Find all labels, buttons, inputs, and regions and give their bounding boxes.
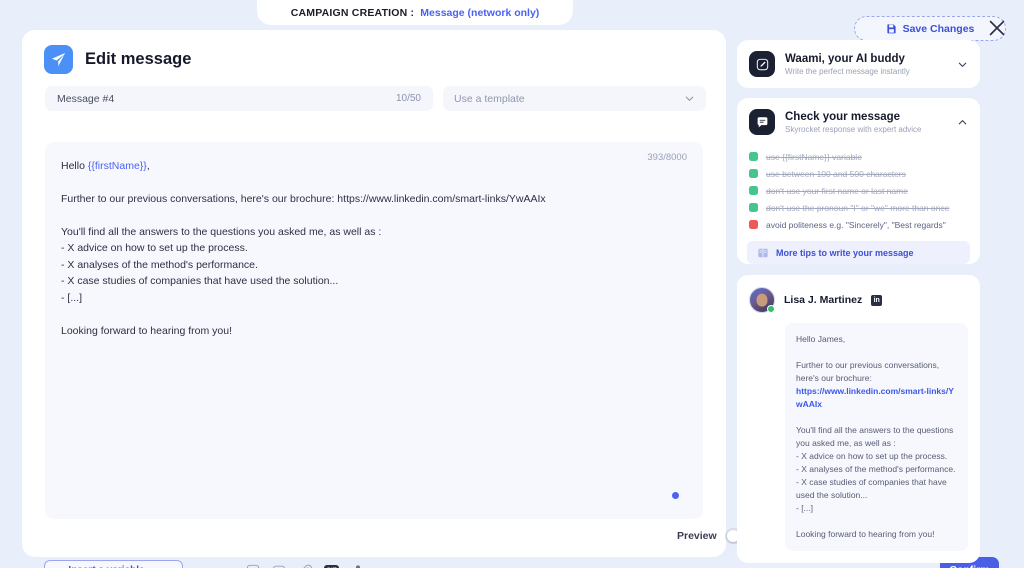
chevron-up-icon[interactable] [957,117,968,128]
attachment-icon[interactable] [298,564,312,568]
check-text: don't use the pronoun "I" or "we" more t… [766,202,950,213]
check-message-titles: Check your message Skyrocket response wi… [785,111,947,134]
page-title: Edit message [85,50,192,68]
status-badge [749,152,758,161]
sender-name: Lisa J. Martinez [784,294,863,306]
floppy-disk-icon [886,24,896,34]
preview-text-part1: Hello James, Further to our previous con… [796,334,940,383]
list-item: don't use your first name or last name [749,182,968,199]
message-name-counter: 10/50 [395,93,421,104]
list-item: use between 100 and 500 characters [749,165,968,182]
preview-sender: Lisa J. Martinez in [749,287,968,313]
template-select-placeholder: Use a template [454,92,525,105]
book-icon [758,248,768,257]
check-message-title: Check your message [785,110,901,123]
insert-variable-button[interactable]: Insert a variable [44,560,183,568]
list-item: don't use the pronoun "I" or "we" more t… [749,199,968,216]
ai-buddy-card[interactable]: Waami, your AI buddy Write the perfect m… [737,40,980,88]
preview-message-bubble: Hello James, Further to our previous con… [785,323,968,551]
status-badge [749,220,758,229]
banner-value: Message (network only) [420,6,540,19]
preview-smart-link[interactable]: https://www.linkedin.com/smart-links/YwA… [796,386,954,409]
greeting-suffix: , [146,160,150,172]
ai-buddy-subtitle: Write the perfect message instantly [785,66,910,76]
message-meta-row: Message #4 10/50 Use a template [22,74,726,111]
ai-buddy-icon-container [749,51,775,77]
close-icon[interactable] [987,18,1007,38]
compose-pencil-icon [756,58,768,70]
ai-buddy-title: Waami, your AI buddy [785,52,905,65]
editor-cursor-dot [672,492,679,499]
check-message-header[interactable]: Check your message Skyrocket response wi… [737,98,980,146]
editor-body: Further to our previous conversations, h… [61,192,546,337]
list-item: avoid politeness e.g. "Sincerely", "Best… [749,216,968,233]
check-message-icon-container [749,109,775,135]
ai-buddy-titles: Waami, your AI buddy Write the perfect m… [785,53,947,76]
voice-note-icon[interactable] [351,564,365,568]
preview-text-part2: You'll find all the answers to the quest… [796,425,956,539]
ai-buddy-header[interactable]: Waami, your AI buddy Write the perfect m… [737,40,980,88]
banner-label: CAMPAIGN CREATION : [290,6,415,19]
chat-bubble-icon [757,116,767,127]
greeting-prefix: Hello [61,160,88,172]
linkedin-badge-icon: in [871,294,883,306]
app-icon-container [44,45,73,74]
check-message-subtitle: Skyrocket response with expert advice [785,124,922,134]
chevron-down-icon[interactable] [957,59,968,70]
check-text: avoid politeness e.g. "Sincerely", "Best… [766,219,946,230]
chevron-down-icon [685,96,694,101]
status-badge [749,169,758,178]
right-rail: Waami, your AI buddy Write the perfect m… [737,40,980,563]
save-changes-button[interactable]: Save Changes [854,16,1006,41]
check-text: don't use your first name or last name [766,185,908,196]
edit-message-panel: Edit message Message #4 10/50 Use a temp… [22,30,999,568]
editor-toolbar: Insert a variable GIF [44,560,365,568]
more-tips-label: More tips to write your message [776,247,914,258]
message-name-value: Message #4 [57,92,115,105]
avatar-face [756,293,768,307]
character-counter: 393/8000 [647,152,687,163]
template-select[interactable]: Use a template [443,86,706,111]
editor-greeting-line: Hello {{firstName}}, [61,158,687,175]
panel-header: Edit message [22,30,726,74]
message-name-input[interactable]: Message #4 10/50 [45,86,433,111]
status-badge [749,186,758,195]
image-icon[interactable] [272,564,286,568]
first-name-variable: {{firstName}} [87,160,147,172]
online-status-dot [767,305,775,313]
attachment-tools: GIF [246,564,365,568]
message-checklist: use {{firstName}} variable use between 1… [737,146,980,233]
check-text: use between 100 and 500 characters [766,168,906,179]
avatar [749,287,775,313]
status-badge [749,203,758,212]
preview-toggle-label: Preview [677,530,717,542]
check-text: use {{firstName}} variable [766,151,862,162]
list-item: use {{firstName}} variable [749,148,968,165]
campaign-banner: CAMPAIGN CREATION : Message (network onl… [257,0,573,25]
message-preview-card: Lisa J. Martinez in Hello James, Further… [737,275,980,563]
confirm-label: Confirm [949,564,989,568]
message-editor[interactable]: 393/8000 Hello {{firstName}}, Further to… [45,142,703,519]
save-changes-label: Save Changes [902,22,975,35]
more-tips-button[interactable]: More tips to write your message [747,241,970,264]
emoji-icon[interactable] [246,564,260,568]
paper-plane-icon [51,52,66,67]
check-message-card: Check your message Skyrocket response wi… [737,98,980,264]
